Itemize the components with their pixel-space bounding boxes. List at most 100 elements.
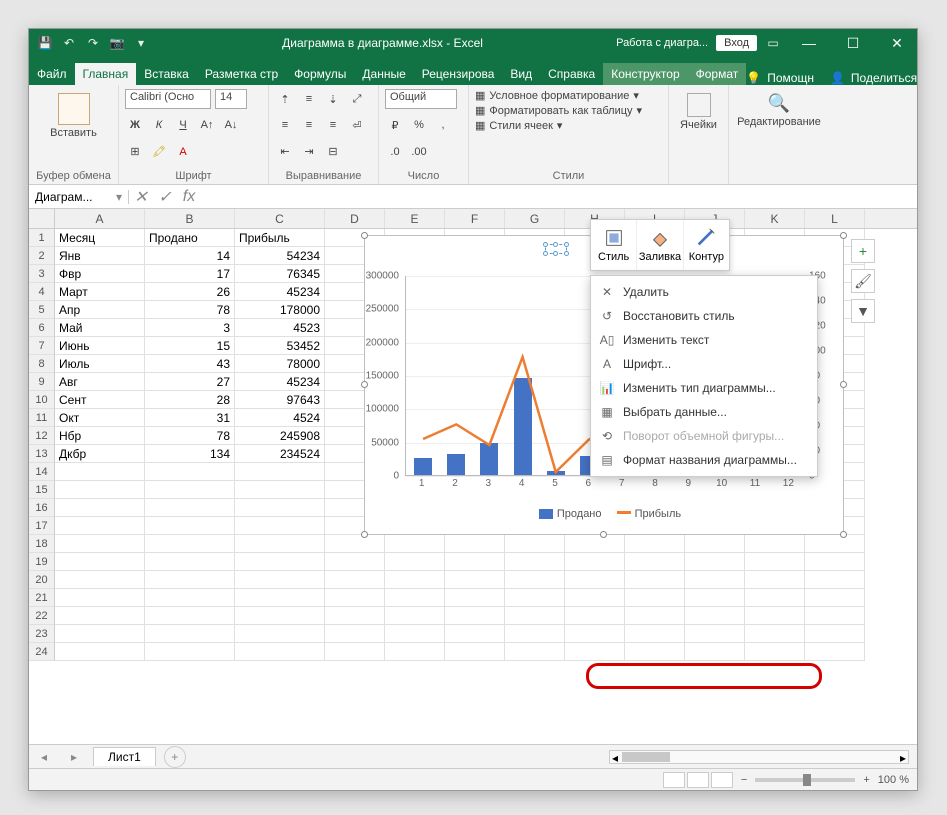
- decimal-inc-icon[interactable]: .0: [385, 142, 405, 162]
- new-sheet-button[interactable]: +: [164, 746, 186, 768]
- font-shrink-icon[interactable]: A↓: [221, 115, 241, 135]
- font-family-select[interactable]: Calibri (Осно: [125, 89, 211, 109]
- orientation-icon[interactable]: ⤢: [347, 89, 367, 109]
- enter-icon[interactable]: ✓: [153, 187, 177, 207]
- wrap-text-icon[interactable]: ⏎: [347, 115, 367, 135]
- col-header[interactable]: B: [145, 209, 235, 228]
- conditional-formatting-button[interactable]: ▦Условное форматирование▾: [475, 89, 662, 102]
- tab-home[interactable]: Главная: [75, 63, 137, 85]
- select-all-corner[interactable]: [29, 209, 55, 228]
- tab-page-layout[interactable]: Разметка стр: [197, 63, 286, 85]
- tab-design[interactable]: Конструктор: [603, 63, 687, 85]
- minimize-button[interactable]: —: [789, 29, 829, 57]
- cancel-icon[interactable]: ✕: [129, 187, 153, 207]
- chart-elements-button[interactable]: +: [851, 239, 875, 263]
- tell-me-icon[interactable]: 💡: [746, 71, 761, 85]
- ribbon-display-icon[interactable]: ▭: [765, 35, 781, 51]
- indent-dec-icon[interactable]: ⇤: [275, 142, 295, 162]
- font-color-button[interactable]: A: [173, 142, 193, 162]
- ctx-item[interactable]: ▦ Выбрать данные...: [591, 400, 817, 424]
- fill-color-button[interactable]: 🖍: [149, 142, 169, 162]
- page-break-view-button[interactable]: [711, 772, 733, 788]
- align-top-icon[interactable]: ⇡: [275, 89, 295, 109]
- align-right-icon[interactable]: ≡: [323, 115, 343, 135]
- tab-help[interactable]: Справка: [540, 63, 603, 85]
- align-middle-icon[interactable]: ≡: [299, 89, 319, 109]
- align-bottom-icon[interactable]: ⇣: [323, 89, 343, 109]
- indent-inc-icon[interactable]: ⇥: [299, 142, 319, 162]
- decimal-dec-icon[interactable]: .00: [409, 142, 429, 162]
- fx-icon[interactable]: fx: [177, 188, 201, 206]
- currency-icon[interactable]: ₽: [385, 115, 405, 135]
- undo-icon[interactable]: ↶: [61, 35, 77, 51]
- sheet-tab[interactable]: Лист1: [93, 747, 156, 766]
- normal-view-button[interactable]: [663, 772, 685, 788]
- chart-title-placeholder[interactable]: [545, 244, 567, 254]
- align-center-icon[interactable]: ≡: [299, 115, 319, 135]
- tab-view[interactable]: Вид: [502, 63, 540, 85]
- mini-fill-button[interactable]: Заливка: [637, 220, 683, 270]
- chart-styles-button[interactable]: 🖌: [851, 269, 875, 293]
- tab-review[interactable]: Рецензирова: [414, 63, 503, 85]
- col-header[interactable]: L: [805, 209, 865, 228]
- sheet-nav-next-icon[interactable]: ▸: [71, 750, 77, 764]
- horizontal-scrollbar[interactable]: ◂▸: [609, 750, 909, 764]
- col-header[interactable]: E: [385, 209, 445, 228]
- redo-icon[interactable]: ↷: [85, 35, 101, 51]
- legend-swatch-line: [617, 511, 631, 514]
- tab-data[interactable]: Данные: [354, 63, 413, 85]
- col-header[interactable]: F: [445, 209, 505, 228]
- tell-me-label[interactable]: Помощн: [767, 71, 814, 85]
- format-as-table-button[interactable]: ▦Форматировать как таблицу▾: [475, 104, 662, 117]
- zoom-in-button[interactable]: +: [863, 774, 869, 786]
- mini-style-button[interactable]: Стиль: [591, 220, 637, 270]
- ctx-item[interactable]: 📊 Изменить тип диаграммы...: [591, 376, 817, 400]
- underline-button[interactable]: Ч: [173, 115, 193, 135]
- zoom-slider[interactable]: [755, 778, 855, 782]
- col-header[interactable]: C: [235, 209, 325, 228]
- sheet-nav-prev-icon[interactable]: ◂: [41, 750, 47, 764]
- ctx-item[interactable]: ▤ Формат названия диаграммы...: [591, 448, 817, 472]
- italic-button[interactable]: К: [149, 115, 169, 135]
- tab-file[interactable]: Файл: [29, 63, 75, 85]
- col-header[interactable]: A: [55, 209, 145, 228]
- merge-icon[interactable]: ⊟: [323, 142, 343, 162]
- align-left-icon[interactable]: ≡: [275, 115, 295, 135]
- ctx-item[interactable]: A Шрифт...: [591, 352, 817, 376]
- ctx-item[interactable]: ↺ Восстановить стиль: [591, 304, 817, 328]
- bold-button[interactable]: Ж: [125, 115, 145, 135]
- tab-format[interactable]: Формат: [688, 63, 747, 85]
- login-button[interactable]: Вход: [716, 35, 757, 51]
- maximize-button[interactable]: ☐: [833, 29, 873, 57]
- name-box[interactable]: Диаграм...▾: [29, 190, 129, 204]
- tab-formulas[interactable]: Формулы: [286, 63, 354, 85]
- close-button[interactable]: ✕: [877, 29, 917, 57]
- col-header[interactable]: G: [505, 209, 565, 228]
- comma-icon[interactable]: ,: [433, 115, 453, 135]
- ctx-item[interactable]: A▯ Изменить текст: [591, 328, 817, 352]
- mini-outline-button[interactable]: Контур: [684, 220, 729, 270]
- percent-icon[interactable]: %: [409, 115, 429, 135]
- save-icon[interactable]: 💾: [37, 35, 53, 51]
- zoom-level[interactable]: 100 %: [878, 774, 909, 786]
- border-button[interactable]: ⊞: [125, 142, 145, 162]
- editing-button[interactable]: 🔍Редактирование: [735, 89, 823, 132]
- camera-icon[interactable]: 📷: [109, 35, 125, 51]
- share-icon[interactable]: 👤: [830, 71, 845, 85]
- number-format-select[interactable]: Общий: [385, 89, 457, 109]
- ctx-item[interactable]: ✕ Удалить: [591, 280, 817, 304]
- col-header[interactable]: K: [745, 209, 805, 228]
- qat-dropdown-icon[interactable]: ▾: [133, 35, 149, 51]
- tab-insert[interactable]: Вставка: [136, 63, 197, 85]
- share-label[interactable]: Поделиться: [851, 71, 917, 85]
- chart-legend[interactable]: Продано Прибыль: [365, 508, 843, 520]
- font-size-select[interactable]: 14: [215, 89, 247, 109]
- paste-button[interactable]: Вставить: [35, 89, 112, 143]
- cells-button[interactable]: Ячейки: [675, 89, 722, 135]
- cell-styles-button[interactable]: ▦Стили ячеек▾: [475, 119, 662, 132]
- zoom-out-button[interactable]: −: [741, 774, 747, 786]
- page-layout-view-button[interactable]: [687, 772, 709, 788]
- font-grow-icon[interactable]: A↑: [197, 115, 217, 135]
- chart-filters-button[interactable]: ▼: [851, 299, 875, 323]
- col-header[interactable]: D: [325, 209, 385, 228]
